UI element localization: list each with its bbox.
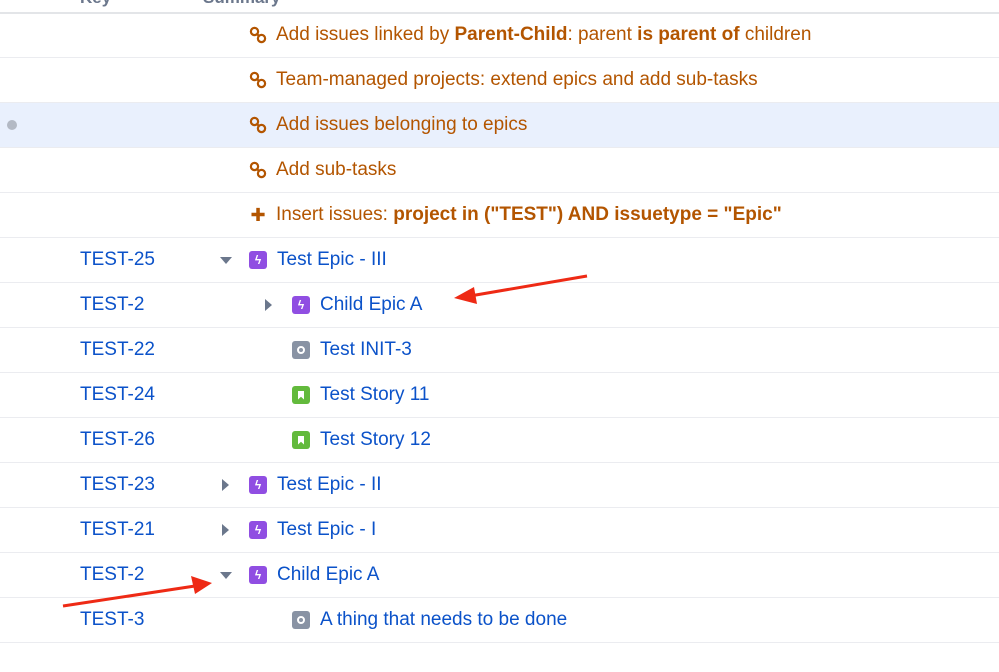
issue-summary-link[interactable]: Test Epic - I [277, 519, 376, 541]
epic-type-icon: ϟ [249, 476, 267, 494]
action-label[interactable]: Add sub-tasks [249, 159, 396, 181]
expand-toggle-icon[interactable] [222, 479, 229, 491]
table-header: Key Summary [0, 0, 999, 14]
column-header-summary[interactable]: Summary [203, 0, 280, 8]
action-text: Insert issues: project in ("TEST") AND i… [276, 204, 782, 226]
issue-summary-link[interactable]: Test Epic - III [277, 249, 387, 271]
epic-type-icon: ϟ [249, 566, 267, 584]
action-row[interactable]: Team-managed projects: extend epics and … [0, 58, 999, 103]
issue-key-link[interactable]: TEST-3 [80, 609, 144, 631]
action-label[interactable]: Add issues belonging to epics [249, 114, 527, 136]
task-type-icon [292, 341, 310, 359]
issue-key-link[interactable]: TEST-25 [80, 249, 155, 271]
issue-key-link[interactable]: TEST-24 [80, 384, 155, 406]
epic-type-icon: ϟ [292, 296, 310, 314]
action-text-bold: Parent-Child [454, 24, 568, 45]
issue-summary: ϟ Child Epic A [292, 294, 422, 316]
action-text-part: Add issues linked by [276, 24, 455, 45]
drag-handle-dot[interactable] [7, 120, 17, 130]
action-text-part: Add sub-tasks [276, 159, 397, 180]
issue-summary: Test INIT-3 [292, 339, 412, 361]
action-label[interactable]: ✚ Insert issues: project in ("TEST") AND … [249, 204, 782, 226]
action-label[interactable]: Add issues linked by Parent-Child: paren… [249, 24, 811, 46]
issue-summary-link[interactable]: Child Epic A [277, 564, 379, 586]
link-icon [249, 161, 267, 179]
epic-type-icon: ϟ [249, 521, 267, 539]
issue-key-link[interactable]: TEST-23 [80, 474, 155, 496]
structure-rows: Add issues linked by Parent-Child: paren… [0, 13, 999, 643]
issue-row[interactable]: TEST-23 ϟ Test Epic - II [0, 463, 999, 508]
issue-summary-link[interactable]: A thing that needs to be done [320, 609, 567, 631]
issue-row[interactable]: TEST-24 Test Story 11 [0, 373, 999, 418]
action-text-part: Insert issues: [276, 204, 394, 225]
issue-summary: ϟ Test Epic - II [249, 474, 382, 496]
plus-icon: ✚ [250, 204, 266, 225]
issue-summary-link[interactable]: Child Epic A [320, 294, 422, 316]
action-text: Team-managed projects: extend epics and … [276, 69, 758, 91]
issue-summary: A thing that needs to be done [292, 609, 567, 631]
issue-row[interactable]: TEST-22 Test INIT-3 [0, 328, 999, 373]
issue-summary-link[interactable]: Test Story 12 [320, 429, 431, 451]
issue-row[interactable]: TEST-2 ϟ Child Epic A [0, 283, 999, 328]
story-type-icon [292, 431, 310, 449]
epic-type-icon: ϟ [249, 251, 267, 269]
issue-summary-link[interactable]: Test INIT-3 [320, 339, 412, 361]
issue-row[interactable]: TEST-21 ϟ Test Epic - I [0, 508, 999, 553]
column-header-key[interactable]: Key [80, 0, 111, 8]
action-text-bold: project in ("TEST") AND issuetype = "Epi… [393, 204, 782, 225]
issue-row[interactable]: TEST-25 ϟ Test Epic - III [0, 238, 999, 283]
issue-summary-link[interactable]: Test Story 11 [320, 384, 429, 406]
action-text: Add issues linked by Parent-Child: paren… [276, 24, 811, 46]
action-text-part: children [739, 24, 812, 45]
issue-summary: ϟ Child Epic A [249, 564, 379, 586]
issue-summary-link[interactable]: Test Epic - II [277, 474, 382, 496]
expand-toggle-icon[interactable] [222, 524, 229, 536]
collapse-toggle-icon[interactable] [220, 257, 232, 264]
issue-summary: Test Story 12 [292, 429, 431, 451]
action-row[interactable]: Add issues belonging to epics [0, 103, 999, 148]
action-text: Add sub-tasks [276, 159, 396, 181]
action-row[interactable]: ✚ Insert issues: project in ("TEST") AND … [0, 193, 999, 238]
link-icon [249, 116, 267, 134]
action-text-bold: is parent of [637, 24, 740, 45]
action-text-part: Add issues belonging to epics [276, 114, 528, 135]
task-type-icon [292, 611, 310, 629]
issue-summary: ϟ Test Epic - I [249, 519, 376, 541]
issue-key-link[interactable]: TEST-2 [80, 564, 144, 586]
action-row[interactable]: Add sub-tasks [0, 148, 999, 193]
action-text-part: : parent [567, 24, 638, 45]
collapse-toggle-icon[interactable] [220, 572, 232, 579]
expand-toggle-icon[interactable] [265, 299, 272, 311]
issue-key-link[interactable]: TEST-21 [80, 519, 155, 541]
issue-key-link[interactable]: TEST-26 [80, 429, 155, 451]
link-icon [249, 26, 267, 44]
issue-summary: Test Story 11 [292, 384, 429, 406]
action-label[interactable]: Team-managed projects: extend epics and … [249, 69, 758, 91]
action-text: Add issues belonging to epics [276, 114, 527, 136]
issue-row[interactable]: TEST-2 ϟ Child Epic A [0, 553, 999, 598]
issue-summary: ϟ Test Epic - III [249, 249, 387, 271]
action-row[interactable]: Add issues linked by Parent-Child: paren… [0, 13, 999, 58]
link-icon [249, 71, 267, 89]
issue-key-link[interactable]: TEST-2 [80, 294, 144, 316]
action-text-part: Team-managed projects: extend epics and … [276, 69, 758, 90]
issue-key-link[interactable]: TEST-22 [80, 339, 155, 361]
story-type-icon [292, 386, 310, 404]
issue-row[interactable]: TEST-26 Test Story 12 [0, 418, 999, 463]
issue-row[interactable]: TEST-3 A thing that needs to be done [0, 598, 999, 643]
